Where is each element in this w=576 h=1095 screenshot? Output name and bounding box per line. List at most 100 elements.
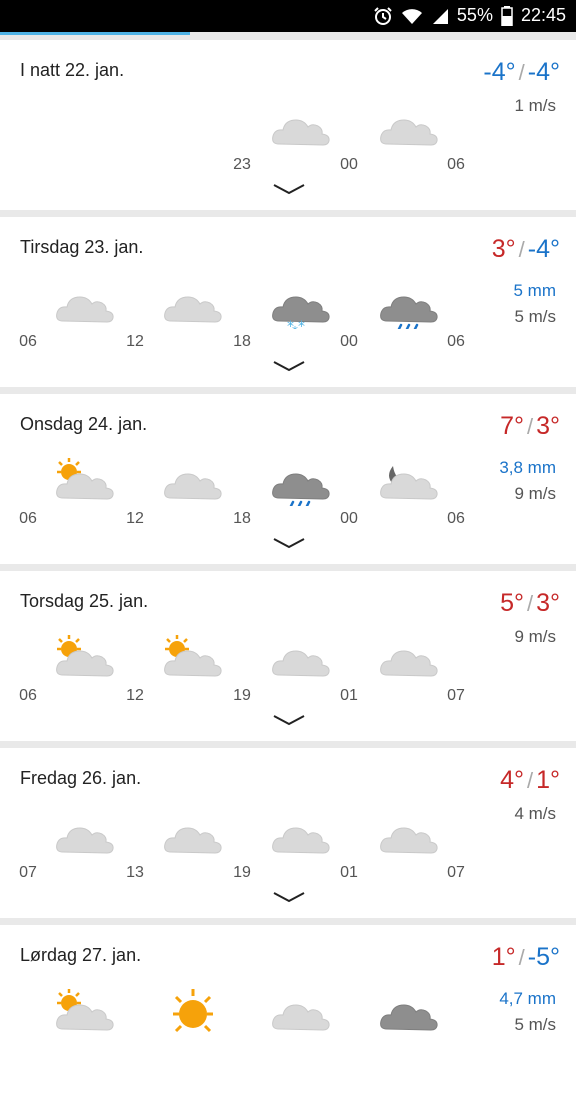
svg-text:*: * bbox=[292, 324, 298, 329]
temperature-range: 1° / -5° bbox=[492, 943, 560, 972]
temp-separator: / bbox=[526, 591, 534, 616]
hour-label: 01 bbox=[340, 864, 358, 881]
cloud-rain-icon bbox=[271, 456, 331, 506]
cloud-icon bbox=[271, 987, 331, 1037]
day-card[interactable]: Lørdag 27. jan. 1° / -5° 4,7 mm 5 m/s bbox=[0, 925, 576, 1095]
cloud-icon bbox=[55, 810, 115, 860]
hour-label: 12 bbox=[126, 333, 144, 350]
temperature-range: 5°/3° bbox=[500, 589, 560, 618]
temp-separator: / bbox=[526, 768, 534, 793]
expand-chevron-icon[interactable] bbox=[272, 182, 306, 196]
wifi-icon bbox=[401, 7, 423, 25]
temp-separator: / bbox=[518, 945, 525, 970]
cloud-icon bbox=[379, 810, 439, 860]
wind-speed: 9 m/s bbox=[514, 627, 556, 646]
temp-separator: / bbox=[518, 237, 525, 262]
wind-speed: 5 m/s bbox=[514, 1015, 556, 1034]
day-card[interactable]: Onsdag 24. jan. 7°/3° 3,8 mm 9 m/s 06 12 18 00 0… bbox=[0, 394, 576, 564]
signal-icon bbox=[431, 7, 449, 25]
precipitation: 3,8 mm bbox=[499, 458, 556, 477]
wind-speed: 1 m/s bbox=[514, 96, 556, 115]
hour-label: 06 bbox=[447, 510, 465, 527]
temp-separator: / bbox=[526, 414, 534, 439]
sun-cloud-icon bbox=[163, 633, 223, 683]
cloud-icon bbox=[163, 810, 223, 860]
temperature-range: 7°/3° bbox=[500, 412, 560, 441]
hour-label: 06 bbox=[19, 333, 37, 350]
loading-progress bbox=[0, 32, 576, 35]
expand-chevron-icon[interactable] bbox=[272, 536, 306, 550]
hour-label: 19 bbox=[233, 864, 251, 881]
status-bar: 55% 22:45 bbox=[0, 0, 576, 32]
temp-high: 1° bbox=[491, 943, 516, 971]
sun-cloud-icon bbox=[55, 633, 115, 683]
hour-label: 06 bbox=[19, 687, 37, 704]
expand-chevron-icon[interactable] bbox=[272, 713, 306, 727]
hour-label: 06 bbox=[447, 333, 465, 350]
precipitation: 4,7 mm bbox=[499, 989, 556, 1008]
temp-low: -5° bbox=[527, 943, 560, 971]
moon-cloud-icon bbox=[379, 456, 439, 506]
cloud-icon bbox=[379, 633, 439, 683]
temp-low: 1° bbox=[536, 766, 560, 794]
day-title: Tirsdag 23. jan. bbox=[20, 237, 144, 257]
cloud-rain-icon bbox=[379, 279, 439, 329]
temp-high: 4° bbox=[500, 766, 524, 794]
hour-label: 12 bbox=[126, 687, 144, 704]
cloud-icon bbox=[379, 102, 439, 152]
cloud-icon bbox=[271, 633, 331, 683]
hour-label: 06 bbox=[19, 510, 37, 527]
hour-label: 00 bbox=[340, 156, 358, 173]
cloud-dark-icon bbox=[379, 987, 439, 1037]
temp-separator: / bbox=[518, 60, 525, 85]
temperature-range: -4° / -4° bbox=[483, 58, 560, 87]
temp-high: 5° bbox=[500, 589, 524, 617]
temp-low: -4° bbox=[527, 235, 560, 263]
expand-chevron-icon[interactable] bbox=[272, 359, 306, 373]
cloud-icon bbox=[271, 102, 331, 152]
hour-label: 18 bbox=[233, 333, 251, 350]
battery-percent: 55% bbox=[456, 5, 493, 25]
temp-low: 3° bbox=[536, 589, 560, 617]
precipitation: 5 mm bbox=[513, 281, 557, 300]
temperature-range: 4°/1° bbox=[500, 766, 560, 795]
clock-time: 22:45 bbox=[520, 5, 566, 25]
day-card[interactable]: Torsdag 25. jan. 5°/3° 9 m/s 06 12 19 01 07 bbox=[0, 571, 576, 741]
sun-cloud-icon bbox=[55, 987, 115, 1037]
hour-label: 19 bbox=[233, 687, 251, 704]
temp-low: -4° bbox=[527, 58, 560, 86]
hour-label: 06 bbox=[447, 156, 465, 173]
wind-speed: 9 m/s bbox=[514, 484, 556, 503]
wind-speed: 5 m/s bbox=[514, 307, 556, 326]
hour-label: 00 bbox=[340, 333, 358, 350]
hour-label: 07 bbox=[447, 864, 465, 881]
wind-speed: 4 m/s bbox=[514, 804, 556, 823]
hour-label: 12 bbox=[126, 510, 144, 527]
sun-icon bbox=[163, 987, 223, 1037]
battery-icon bbox=[501, 5, 513, 26]
hour-label: 13 bbox=[126, 864, 144, 881]
temperature-range: 3° / -4° bbox=[492, 235, 560, 264]
hour-label: 23 bbox=[233, 156, 251, 173]
hour-label: 01 bbox=[340, 687, 358, 704]
day-card[interactable]: Tirsdag 23. jan. 3°/-4° 5 mm 5 m/s *** 06 12 18… bbox=[0, 217, 576, 387]
cloud-icon bbox=[271, 810, 331, 860]
hour-label: 00 bbox=[340, 510, 358, 527]
day-title: Lørdag 27. jan. bbox=[20, 945, 142, 965]
hour-label: 18 bbox=[233, 510, 251, 527]
cloud-icon bbox=[163, 279, 223, 329]
temp-low: 3° bbox=[536, 412, 560, 440]
cloud-icon bbox=[55, 279, 115, 329]
temp-high: 3° bbox=[491, 235, 516, 263]
day-card[interactable]: Fredag 26. jan. 4°/1° 4 m/s 07 13 19 01 07 bbox=[0, 748, 576, 918]
cloud-snow-icon: *** bbox=[271, 279, 331, 329]
day-title: I natt 22. jan. bbox=[20, 60, 125, 80]
day-title: Onsdag 24. jan. bbox=[20, 414, 148, 434]
day-card[interactable]: I natt 22. jan. -4° / -4° 1 m/s 23 00 06 bbox=[0, 40, 576, 210]
day-title: Fredag 26. jan. bbox=[20, 768, 142, 788]
hour-label: 07 bbox=[19, 864, 37, 881]
svg-text:*: * bbox=[298, 319, 305, 329]
expand-chevron-icon[interactable] bbox=[272, 890, 306, 904]
cloud-icon bbox=[163, 456, 223, 506]
temp-high: 7° bbox=[500, 412, 524, 440]
